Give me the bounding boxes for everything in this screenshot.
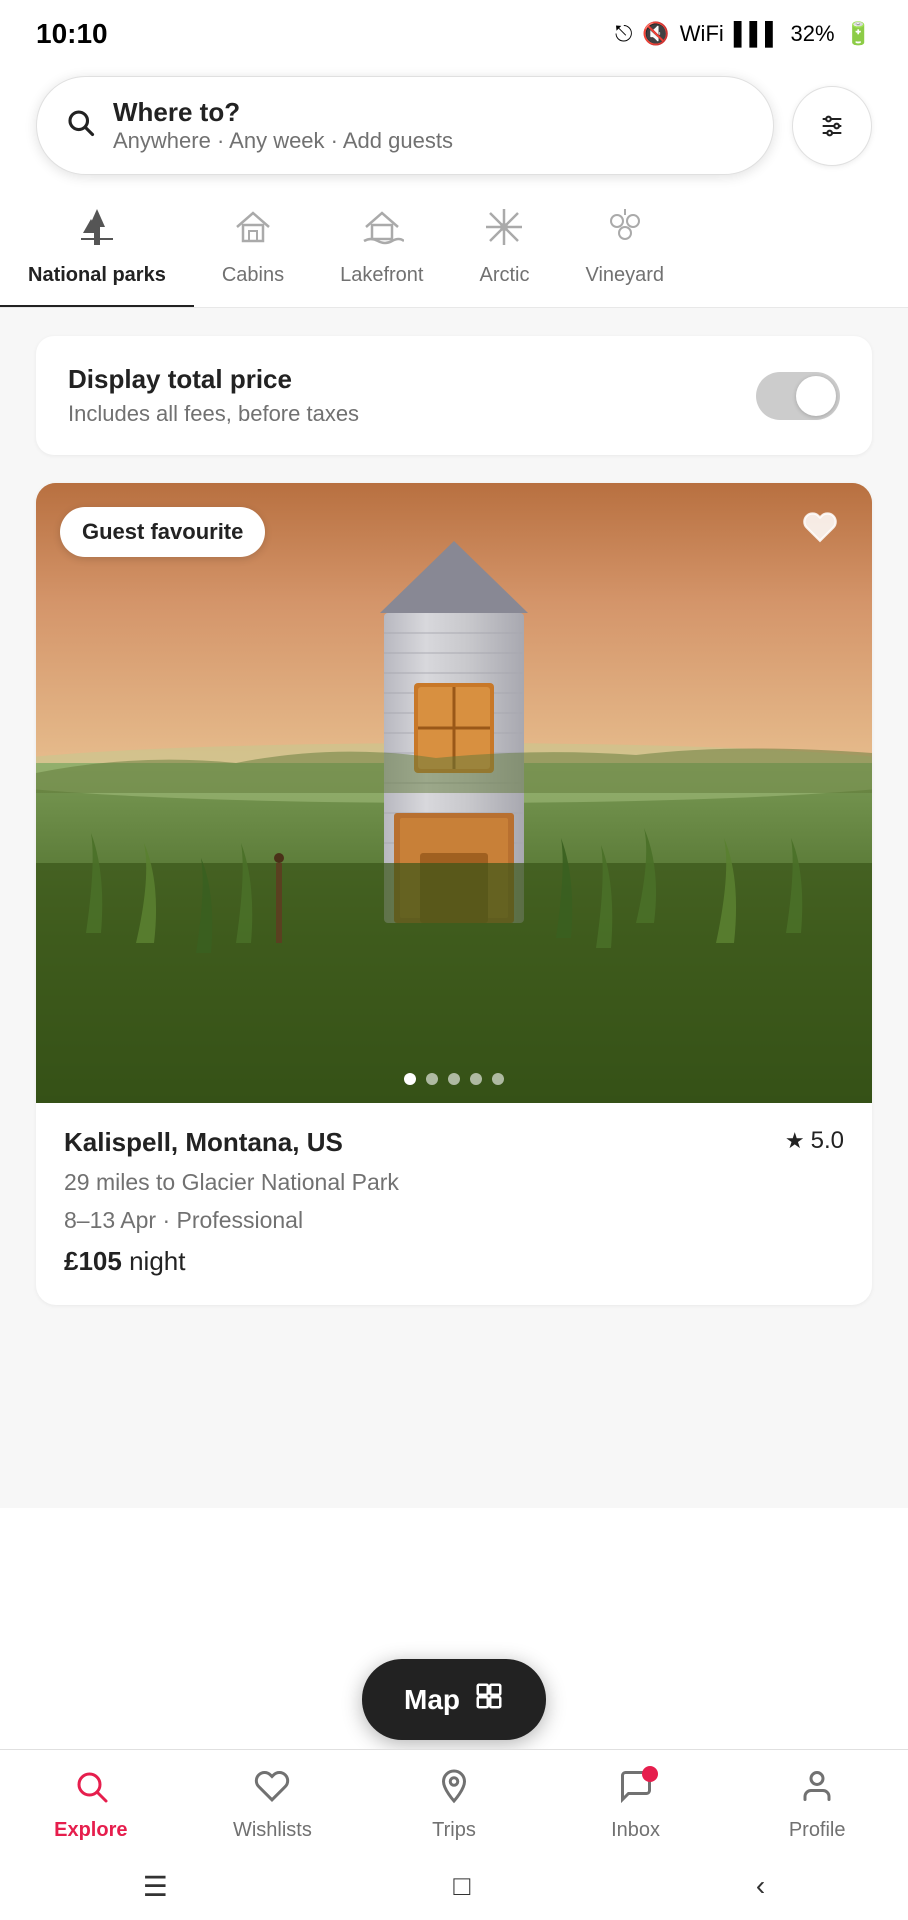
cabins-label: Cabins bbox=[222, 264, 284, 287]
nav-explore[interactable]: Explore bbox=[21, 1768, 161, 1842]
dot-5 bbox=[492, 1073, 504, 1085]
lakefront-icon bbox=[360, 205, 404, 256]
rating-value: 5.0 bbox=[811, 1127, 844, 1155]
category-arctic[interactable]: Arctic bbox=[451, 195, 557, 307]
signal-icon: ▌▌▌ bbox=[734, 21, 781, 47]
dot-4 bbox=[470, 1073, 482, 1085]
search-container: Where to? Anywhere · Any week · Add gues… bbox=[0, 60, 908, 187]
heart-icon bbox=[802, 509, 838, 554]
inbox-notification-dot bbox=[642, 1766, 658, 1782]
nav-trips[interactable]: Trips bbox=[384, 1768, 524, 1842]
system-nav-bar: ☰ □ ‹ bbox=[0, 1852, 908, 1920]
card-image: Guest favourite bbox=[36, 483, 872, 1103]
category-cabins[interactable]: Cabins bbox=[194, 195, 312, 307]
category-tabs: National parks Cabins Lakefront bbox=[0, 187, 908, 308]
vineyard-icon bbox=[603, 205, 647, 256]
main-content: Display total price Includes all fees, b… bbox=[0, 308, 908, 1508]
listing-rating: ★ 5.0 bbox=[785, 1127, 844, 1155]
dot-3 bbox=[448, 1073, 460, 1085]
price-amount: £105 bbox=[64, 1246, 122, 1276]
search-bar[interactable]: Where to? Anywhere · Any week · Add gues… bbox=[36, 76, 774, 175]
search-title: Where to? bbox=[113, 97, 453, 128]
card-info: Kalispell, Montana, US ★ 5.0 29 miles to… bbox=[36, 1103, 872, 1305]
dot-2 bbox=[426, 1073, 438, 1085]
price-toggle-title: Display total price bbox=[68, 364, 359, 395]
map-button-icon bbox=[474, 1681, 504, 1718]
android-back-icon[interactable]: ‹ bbox=[756, 1870, 765, 1902]
inbox-icon bbox=[618, 1768, 654, 1813]
wishlists-label: Wishlists bbox=[233, 1819, 312, 1842]
vineyard-label: Vineyard bbox=[585, 264, 664, 287]
listing-card[interactable]: Guest favourite Kali bbox=[36, 483, 872, 1305]
trips-icon bbox=[436, 1768, 472, 1813]
price-toggle-subtitle: Includes all fees, before taxes bbox=[68, 401, 359, 427]
explore-icon bbox=[73, 1768, 109, 1813]
status-time: 10:10 bbox=[36, 18, 108, 50]
dot-1 bbox=[404, 1073, 416, 1085]
android-menu-icon[interactable]: ☰ bbox=[143, 1870, 168, 1903]
map-button-container: Map bbox=[362, 1659, 546, 1740]
price-toggle-text: Display total price Includes all fees, b… bbox=[68, 364, 359, 427]
listing-description-2: 8–13 Apr · Professional bbox=[64, 1204, 844, 1236]
guest-favourite-badge: Guest favourite bbox=[60, 507, 265, 557]
card-title-row: Kalispell, Montana, US ★ 5.0 bbox=[64, 1127, 844, 1158]
trips-label: Trips bbox=[432, 1819, 476, 1842]
wishlist-button[interactable] bbox=[792, 503, 848, 559]
search-subtitle: Anywhere · Any week · Add guests bbox=[113, 128, 453, 154]
search-icon bbox=[65, 107, 95, 145]
national-parks-label: National parks bbox=[28, 264, 166, 287]
arctic-icon bbox=[482, 205, 526, 256]
lakefront-label: Lakefront bbox=[340, 264, 423, 287]
property-photo bbox=[36, 483, 872, 1103]
price-toggle-switch[interactable] bbox=[756, 372, 840, 420]
mute-icon: 🔇 bbox=[642, 21, 669, 47]
guest-favourite-text: Guest favourite bbox=[82, 519, 243, 544]
map-button[interactable]: Map bbox=[362, 1659, 546, 1740]
nav-profile[interactable]: Profile bbox=[747, 1768, 887, 1842]
battery-icon: 🔋 bbox=[845, 21, 872, 47]
listing-price: £105 night bbox=[64, 1246, 844, 1277]
bottom-nav: Explore Wishlists Trips Inbox bbox=[0, 1749, 908, 1852]
status-icons: ⎋ 🔇 WiFi ▌▌▌ 32% 🔋 bbox=[615, 21, 872, 47]
listing-description-1: 29 miles to Glacier National Park bbox=[64, 1166, 844, 1198]
bluetooth-icon: ⎋ bbox=[615, 21, 632, 47]
filter-button[interactable] bbox=[792, 86, 872, 166]
explore-label: Explore bbox=[54, 1819, 127, 1842]
battery-indicator: 32% bbox=[791, 21, 835, 47]
national-parks-icon bbox=[75, 205, 119, 256]
nav-inbox[interactable]: Inbox bbox=[566, 1768, 706, 1842]
cabins-icon bbox=[231, 205, 275, 256]
listing-location: Kalispell, Montana, US bbox=[64, 1127, 343, 1158]
price-unit: night bbox=[129, 1246, 185, 1276]
profile-label: Profile bbox=[789, 1819, 846, 1842]
status-bar: 10:10 ⎋ 🔇 WiFi ▌▌▌ 32% 🔋 bbox=[0, 0, 908, 60]
profile-icon bbox=[799, 1768, 835, 1813]
category-vineyard[interactable]: Vineyard bbox=[557, 195, 692, 307]
price-toggle-banner: Display total price Includes all fees, b… bbox=[36, 336, 872, 455]
search-text: Where to? Anywhere · Any week · Add gues… bbox=[113, 97, 453, 154]
inbox-label: Inbox bbox=[611, 1819, 660, 1842]
image-pagination bbox=[404, 1073, 504, 1085]
nav-wishlists[interactable]: Wishlists bbox=[202, 1768, 342, 1842]
wifi-icon: WiFi bbox=[680, 21, 724, 47]
category-lakefront[interactable]: Lakefront bbox=[312, 195, 451, 307]
star-icon: ★ bbox=[785, 1128, 805, 1154]
map-button-label: Map bbox=[404, 1684, 460, 1716]
wishlists-icon bbox=[254, 1768, 290, 1813]
android-home-icon[interactable]: □ bbox=[453, 1870, 470, 1902]
category-national-parks[interactable]: National parks bbox=[0, 195, 194, 307]
arctic-label: Arctic bbox=[479, 264, 529, 287]
